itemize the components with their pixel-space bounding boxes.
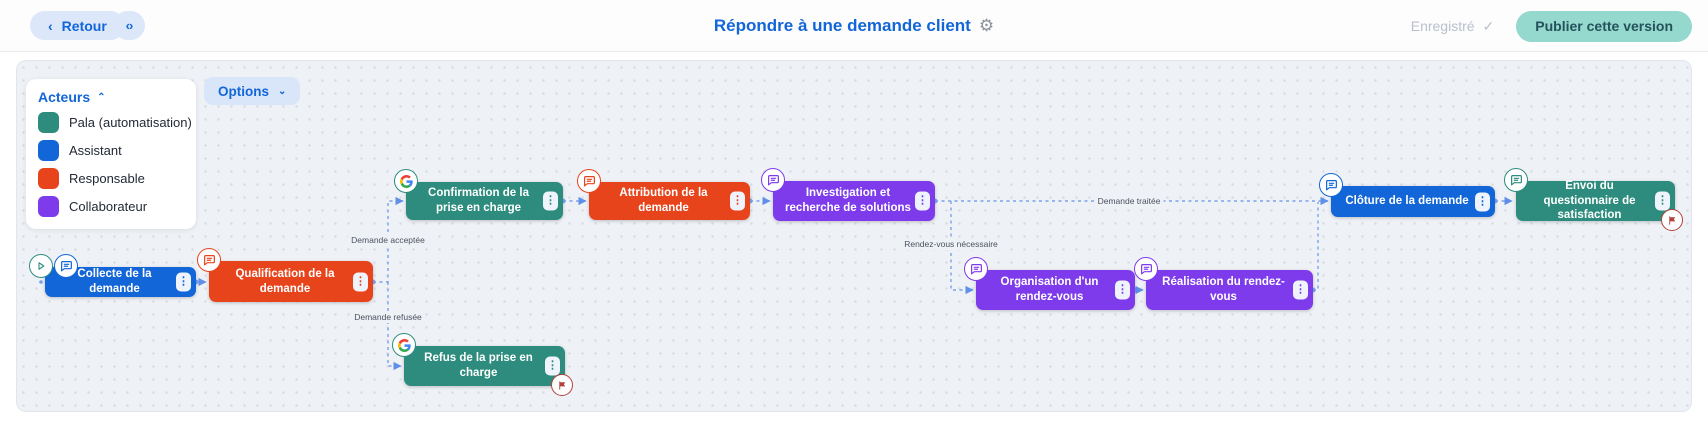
back-button[interactable]: ‹ Retour — [30, 11, 125, 40]
kebab-menu-icon[interactable]: ⋮ — [545, 357, 560, 376]
node-investigation-et-recherche-de-solutions[interactable]: Investigation et recherche de solutions … — [773, 181, 935, 221]
edge-label-demande-acceptee: Demande acceptée — [348, 234, 428, 246]
node-badges — [1134, 257, 1159, 281]
kebab-menu-icon[interactable]: ⋮ — [1115, 281, 1130, 300]
node-label: Qualification de la demande — [221, 267, 349, 297]
node-realisation-du-rendez-vous[interactable]: Réalisation du rendez-vous ⋮ — [1146, 270, 1313, 310]
options-button-label: Options — [218, 84, 269, 99]
node-badges — [29, 254, 79, 278]
edge-label-demande-traitee: Demande traitée — [1095, 195, 1164, 207]
node-label: Envoi du questionnaire de satisfaction — [1528, 179, 1651, 224]
node-badges — [394, 169, 419, 193]
node-label: Refus de la prise en charge — [416, 351, 541, 381]
check-icon: ✓ — [1483, 18, 1495, 35]
kebab-menu-icon[interactable]: ⋮ — [353, 272, 368, 291]
kebab-menu-icon[interactable]: ⋮ — [730, 192, 745, 211]
end-flag-icon[interactable] — [551, 374, 573, 396]
legend-item-label: Collaborateur — [69, 199, 147, 214]
legend-item-label: Assistant — [69, 143, 122, 158]
node-badges — [964, 257, 989, 281]
chat-icon[interactable] — [1319, 173, 1343, 197]
node-label: Investigation et recherche de solutions — [785, 186, 911, 216]
node-envoi-du-questionnaire-de-satisfaction[interactable]: Envoi du questionnaire de satisfaction ⋮ — [1516, 181, 1675, 221]
legend-title-label: Acteurs — [38, 89, 90, 105]
gear-icon[interactable]: ⚙ — [979, 16, 994, 36]
play-icon[interactable] — [29, 254, 53, 278]
google-icon[interactable] — [394, 169, 418, 193]
legend-item-label: Pala (automatisation) — [69, 115, 192, 130]
node-label: Attribution de la demande — [601, 186, 726, 216]
node-badges — [1504, 168, 1529, 192]
actors-legend: Acteurs ⌃ Pala (automatisation) Assistan… — [26, 79, 196, 229]
node-confirmation-de-la-prise-en-charge[interactable]: Confirmation de la prise en charge ⋮ — [406, 182, 563, 220]
edge-label-demande-refusee: Demande refusée — [351, 311, 425, 323]
node-label: Confirmation de la prise en charge — [418, 186, 539, 216]
workflow-edges — [17, 61, 1693, 413]
chat-icon[interactable] — [54, 254, 78, 278]
legend-item-responsable: Responsable — [38, 168, 184, 189]
chat-icon[interactable] — [1134, 257, 1158, 281]
node-qualification-de-la-demande[interactable]: Qualification de la demande ⋮ — [209, 261, 373, 302]
kebab-menu-icon[interactable]: ⋮ — [915, 192, 930, 211]
page-title: Répondre à une demande client — [714, 16, 971, 36]
legend-item-collaborateur: Collaborateur — [38, 196, 184, 217]
top-bar: ‹ Retour ‹› Répondre à une demande clien… — [0, 0, 1708, 52]
node-badges — [1319, 173, 1344, 197]
node-badges — [761, 168, 786, 192]
kebab-menu-icon[interactable]: ⋮ — [1293, 281, 1308, 300]
node-attribution-de-la-demande[interactable]: Attribution de la demande ⋮ — [589, 182, 750, 220]
node-organisation-dun-rendez-vous[interactable]: Organisation d'un rendez-vous ⋮ — [976, 270, 1135, 310]
publish-button[interactable]: Publier cette version — [1516, 11, 1692, 42]
chat-icon[interactable] — [761, 168, 785, 192]
color-swatch — [38, 196, 59, 217]
options-button[interactable]: Options ⌄ — [204, 77, 300, 105]
legend-item-pala: Pala (automatisation) — [38, 112, 184, 133]
kebab-menu-icon[interactable]: ⋮ — [176, 273, 191, 292]
chevron-left-icon: ‹ — [48, 18, 53, 34]
legend-item-label: Responsable — [69, 171, 145, 186]
node-label: Réalisation du rendez-vous — [1158, 275, 1289, 305]
node-collecte-de-la-demande[interactable]: Collecte de la demande ⋮ — [45, 267, 196, 297]
chat-icon[interactable] — [1504, 168, 1528, 192]
chevron-up-icon: ⌃ — [97, 92, 105, 103]
end-flag-icon[interactable] — [1661, 209, 1683, 231]
edge-label-rendez-vous-necessaire: Rendez-vous nécessaire — [901, 238, 1001, 250]
chat-icon[interactable] — [964, 257, 988, 281]
legend-item-assistant: Assistant — [38, 140, 184, 161]
save-status: Enregistré ✓ — [1411, 18, 1495, 35]
chat-icon[interactable] — [577, 169, 601, 193]
node-badges — [577, 169, 602, 193]
legend-header[interactable]: Acteurs ⌃ — [38, 89, 184, 105]
node-cloture-de-la-demande[interactable]: Clôture de la demande ⋮ — [1331, 186, 1495, 217]
kebab-menu-icon[interactable]: ⋮ — [1475, 192, 1490, 211]
color-swatch — [38, 168, 59, 189]
node-label: Organisation d'un rendez-vous — [988, 275, 1111, 305]
kebab-menu-icon[interactable]: ⋮ — [543, 192, 558, 211]
topbar-right: Enregistré ✓ Publier cette version — [1411, 0, 1692, 52]
google-icon[interactable] — [392, 333, 416, 357]
kebab-menu-icon[interactable]: ⋮ — [1655, 192, 1670, 211]
workflow-canvas[interactable]: Demande acceptée Demande refusée Rendez-… — [16, 60, 1692, 412]
node-label: Clôture de la demande — [1345, 194, 1468, 209]
node-badges — [197, 248, 222, 272]
chat-icon[interactable] — [197, 248, 221, 272]
back-button-label: Retour — [62, 18, 107, 34]
node-refus-de-la-prise-en-charge[interactable]: Refus de la prise en charge ⋮ — [404, 346, 565, 386]
code-view-button[interactable]: ‹› — [113, 11, 145, 40]
color-swatch — [38, 140, 59, 161]
color-swatch — [38, 112, 59, 133]
save-status-label: Enregistré — [1411, 18, 1475, 34]
node-badges — [392, 333, 417, 357]
chevron-down-icon: ⌄ — [278, 86, 286, 97]
code-icon: ‹› — [126, 18, 133, 33]
